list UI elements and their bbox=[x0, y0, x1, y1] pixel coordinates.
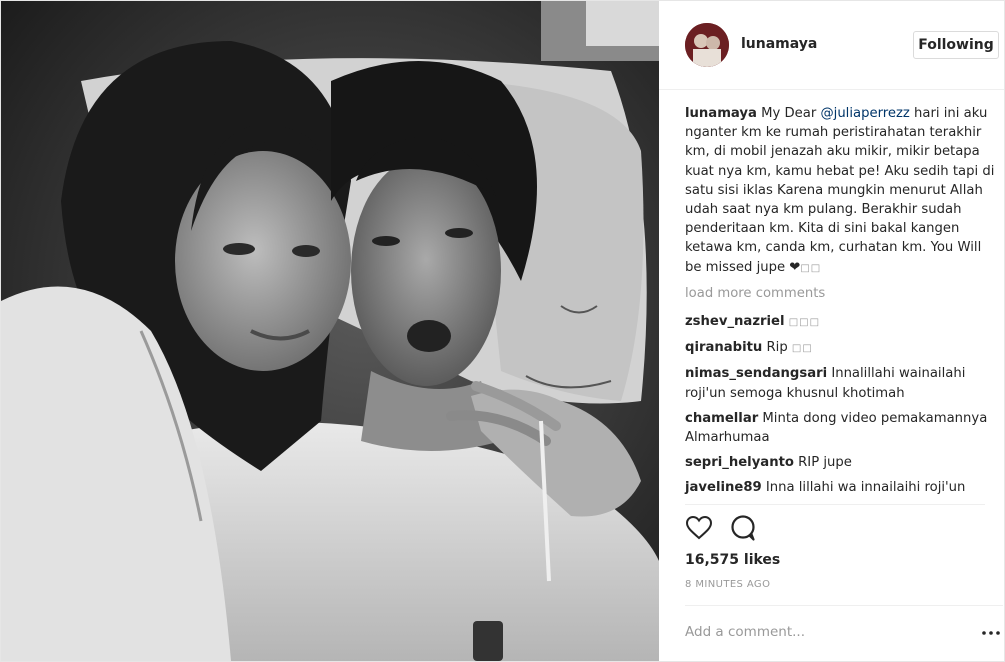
comment-username[interactable]: zshev_nazriel bbox=[685, 314, 785, 329]
ellipsis-icon bbox=[982, 631, 1000, 635]
post-photo[interactable] bbox=[1, 1, 659, 661]
caption-text-before: My Dear bbox=[756, 106, 821, 121]
more-options-button[interactable] bbox=[981, 625, 1001, 641]
actions-divider bbox=[685, 504, 985, 505]
caption-text-after: hari ini aku nganter km ke rumah peristi… bbox=[685, 106, 995, 275]
comment-item: zshev_nazriel □□□ bbox=[685, 312, 997, 332]
caption-username[interactable]: lunamaya bbox=[685, 106, 757, 121]
comment-text: Inna lillahi wa innailaihi roji'un bbox=[761, 480, 966, 496]
comment-item: javeline89 Inna lillahi wa innailaihi ro… bbox=[685, 478, 997, 497]
comment-username[interactable]: chamellar bbox=[685, 411, 758, 426]
comment-item: nimas_sendangsari Innalillahi wainailahi… bbox=[685, 364, 997, 402]
post-sidebar: lunamaya Following lunamaya My Dear @jul… bbox=[659, 1, 1004, 661]
comment-text: Rip bbox=[762, 340, 788, 356]
following-button[interactable]: Following bbox=[913, 31, 999, 59]
avatar-image bbox=[685, 23, 729, 67]
photo-image bbox=[1, 1, 659, 661]
caption-mention[interactable]: @juliaperrezz bbox=[820, 106, 909, 121]
comment-username[interactable]: nimas_sendangsari bbox=[685, 366, 827, 381]
caption: lunamaya My Dear @juliaperrezz hari ini … bbox=[685, 104, 997, 278]
comment-missing-glyphs: □□□ bbox=[788, 317, 821, 329]
add-comment-divider bbox=[685, 605, 1003, 606]
comments-list: lunamaya My Dear @juliaperrezz hari ini … bbox=[685, 104, 997, 504]
comment-item: sepri_helyanto RIP jupe bbox=[685, 453, 997, 472]
load-more-comments-link[interactable]: load more comments bbox=[685, 284, 997, 303]
likes-count[interactable]: 16,575 likes bbox=[685, 552, 780, 568]
comment-item: chamellar Minta dong video pemakamannya … bbox=[685, 409, 997, 447]
caption-missing-glyphs: □□ bbox=[800, 262, 822, 274]
heart-icon bbox=[685, 515, 713, 540]
comment-text: RIP jupe bbox=[793, 455, 852, 471]
instagram-post: lunamaya Following lunamaya My Dear @jul… bbox=[0, 0, 1005, 662]
post-timestamp[interactable]: 8 MINUTES AGO bbox=[685, 579, 770, 590]
like-button[interactable] bbox=[685, 514, 713, 542]
comment-username[interactable]: sepri_helyanto bbox=[685, 455, 794, 470]
comment-username[interactable]: qiranabitu bbox=[685, 340, 762, 355]
speech-bubble-icon bbox=[731, 515, 755, 541]
post-header: lunamaya Following bbox=[659, 1, 1004, 90]
header-username[interactable]: lunamaya bbox=[741, 36, 817, 52]
comment-button[interactable] bbox=[729, 514, 757, 542]
comment-item: qiranabitu Rip □□ bbox=[685, 338, 997, 358]
comment-username[interactable]: javeline89 bbox=[685, 480, 762, 495]
comment-missing-glyphs: □□ bbox=[791, 343, 813, 355]
add-comment-input[interactable] bbox=[685, 621, 965, 643]
avatar[interactable] bbox=[685, 23, 729, 67]
